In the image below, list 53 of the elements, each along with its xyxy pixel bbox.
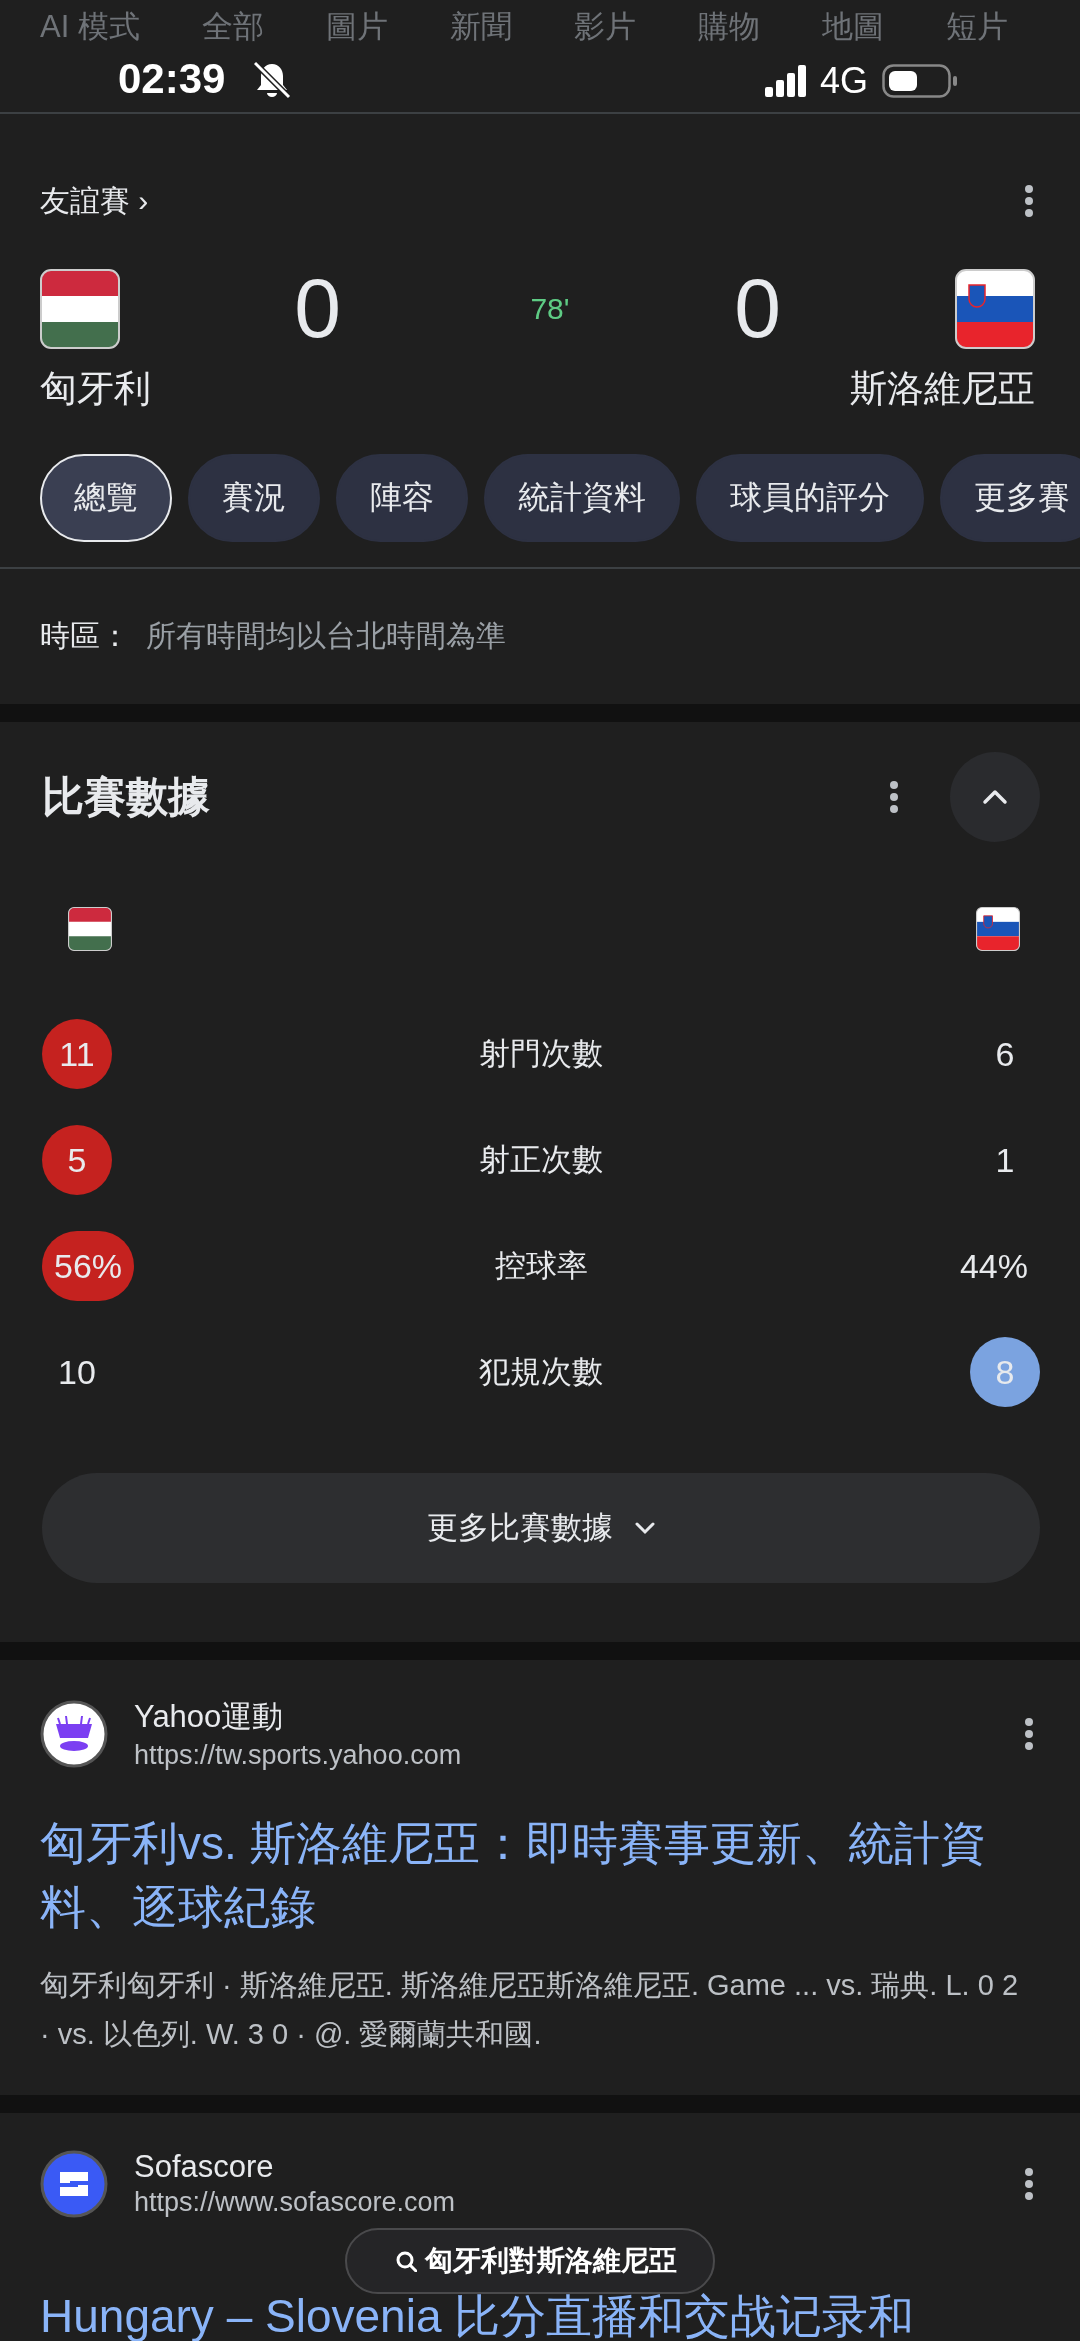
more-options-icon[interactable] xyxy=(1023,1716,1035,1751)
stat-label: 射門次數 xyxy=(479,1035,603,1073)
home-stat-value: 5 xyxy=(42,1125,112,1195)
match-tab[interactable]: 球員的評分 xyxy=(696,454,924,542)
stat-label: 控球率 xyxy=(494,1247,588,1285)
stat-label: 射正次數 xyxy=(479,1141,603,1179)
away-stat-value: 8 xyxy=(970,1337,1040,1407)
flag-icon xyxy=(68,907,112,951)
home-team-name: 匈牙利 xyxy=(40,367,151,411)
home-stat-value: 10 xyxy=(57,1352,97,1393)
signal-icon xyxy=(765,65,806,97)
match-tab[interactable]: 總覽 xyxy=(40,454,172,542)
bell-muted-icon xyxy=(252,60,292,100)
site-url: https://www.sofascore.com xyxy=(134,2187,457,2218)
network-label: 4G xyxy=(820,60,869,102)
competition-link[interactable]: 友誼賽 › xyxy=(40,180,149,222)
match-tab[interactable]: 陣容 xyxy=(336,454,468,542)
more-options-icon[interactable] xyxy=(888,780,900,814)
site-url: https://tw.sports.yahoo.com xyxy=(134,1740,463,1771)
away-stat-value: 1 xyxy=(994,1140,1016,1181)
home-stat-value: 56% xyxy=(42,1231,135,1301)
flag-icon xyxy=(976,907,1020,951)
flag-icon xyxy=(955,268,1035,349)
away-team-name: 斯洛維尼亞 xyxy=(850,367,1035,411)
timezone-note: 所有時間均以台北時間為準 xyxy=(146,618,506,654)
result-title-link[interactable]: 匈牙利vs. 斯洛維尼亞：即時賽事更新、統計資料、逐球紀錄 xyxy=(40,1811,1035,1939)
chevron-up-icon xyxy=(982,787,1008,807)
away-stat-value: 44% xyxy=(958,1246,1029,1287)
clock-time: 02:39 xyxy=(118,56,226,102)
search-icon xyxy=(395,2250,417,2272)
stat-label: 犯規次數 xyxy=(479,1353,603,1391)
site-name: Yahoo運動 xyxy=(134,1698,285,1736)
chevron-down-icon xyxy=(635,1521,655,1535)
more-stats-button[interactable]: 更多比賽數據 xyxy=(42,1473,1040,1583)
result-snippet: 匈牙利匈牙利 · 斯洛維尼亞. 斯洛維尼亞斯洛維尼亞. Game ... vs. 瑞典. L. 0 2 · vs. 以色列. W. 3 0 · @. 愛爾蘭共和國. xyxy=(40,1968,1020,2052)
more-options-icon[interactable] xyxy=(1023,2166,1035,2201)
more-options-icon[interactable] xyxy=(1023,184,1035,218)
home-score: 0 xyxy=(293,260,342,357)
timezone-label: 時區： xyxy=(40,618,130,654)
away-score: 0 xyxy=(733,260,782,357)
match-tab[interactable]: 統計資料 xyxy=(484,454,680,542)
match-tab[interactable]: 賽況 xyxy=(188,454,320,542)
home-stat-value: 11 xyxy=(42,1019,112,1089)
search-query-button[interactable]: 匈牙利對斯洛維尼亞 xyxy=(345,2228,715,2294)
flag-icon xyxy=(40,268,120,349)
section-title: 比賽數據 xyxy=(42,772,211,822)
site-logo-icon[interactable] xyxy=(40,1699,108,1768)
battery-icon xyxy=(882,64,959,98)
away-stat-value: 6 xyxy=(994,1034,1016,1075)
site-logo-icon[interactable] xyxy=(40,2149,108,2218)
site-name: Sofascore xyxy=(134,2149,275,2185)
match-tab[interactable]: 更多賽 xyxy=(940,454,1080,542)
match-minute: 78' xyxy=(529,291,571,326)
